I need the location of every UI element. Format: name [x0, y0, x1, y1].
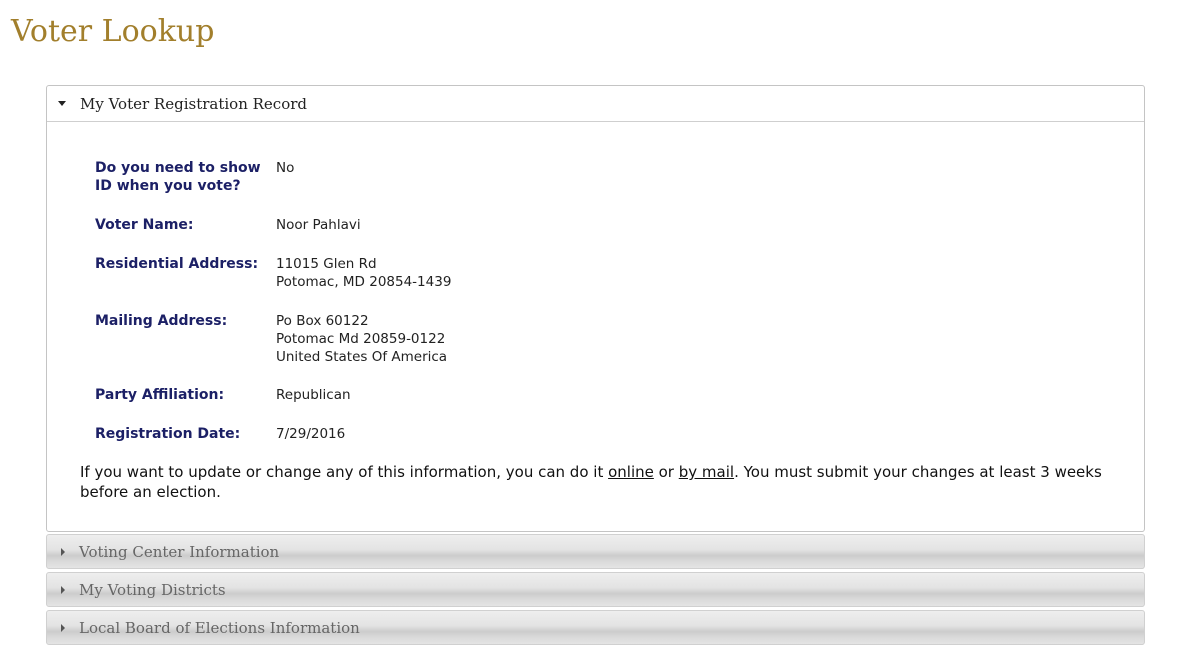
caret-down-icon — [58, 101, 66, 106]
residential-address-label: Residential Address: — [95, 256, 259, 272]
caret-right-icon — [61, 585, 65, 594]
voting-center-title: Voting Center Information — [79, 542, 280, 561]
page-title: Voter Lookup — [11, 14, 215, 49]
residential-address-value: 11015 Glen Rd Potomac, MD 20854-1439 — [276, 255, 451, 291]
registration-date-value-line: 7/29/2016 — [276, 426, 346, 442]
party-affiliation-label: Party Affiliation: — [95, 387, 225, 403]
update-info-note: If you want to update or change any of t… — [80, 462, 1120, 502]
registration-date-label: Registration Date: — [95, 426, 241, 442]
voting-center-panel-header[interactable]: Voting Center Information — [46, 534, 1145, 569]
id-required-value: No — [276, 159, 294, 177]
mailing-address-value: Po Box 60122 Potomac Md 20859-0122 Unite… — [276, 312, 447, 366]
voting-districts-panel-header[interactable]: My Voting Districts — [46, 572, 1145, 607]
note-text-before: If you want to update or change any of t… — [80, 463, 609, 481]
id-required-label: Do you need to show ID when you vote? — [95, 160, 261, 194]
party-affiliation-value: Republican — [276, 386, 351, 404]
mailing-address-line-2: Potomac Md 20859-0122 — [276, 331, 446, 347]
mailing-address-line-3: United States Of America — [276, 349, 448, 365]
note-text-middle: or — [653, 463, 679, 481]
id-required-value-line: No — [276, 160, 295, 176]
online-link[interactable]: online — [608, 463, 654, 481]
registration-record-title: My Voter Registration Record — [80, 94, 307, 113]
voter-name-label: Voter Name: — [95, 217, 194, 233]
mailing-address-label: Mailing Address: — [95, 313, 228, 329]
registration-record-header[interactable]: My Voter Registration Record — [47, 86, 1144, 122]
residential-address-line-2: Potomac, MD 20854-1439 — [276, 274, 452, 290]
residential-address-line-1: 11015 Glen Rd — [276, 256, 377, 272]
caret-right-icon — [61, 623, 65, 632]
local-board-panel-header[interactable]: Local Board of Elections Information — [46, 610, 1145, 645]
local-board-title: Local Board of Elections Information — [79, 618, 360, 637]
voter-name-value-line: Noor Pahlavi — [276, 217, 361, 233]
mailing-address-line-1: Po Box 60122 — [276, 313, 369, 329]
party-affiliation-value-line: Republican — [276, 387, 351, 403]
registration-date-value: 7/29/2016 — [276, 425, 345, 443]
voting-districts-title: My Voting Districts — [79, 580, 226, 599]
voter-name-value: Noor Pahlavi — [276, 216, 361, 234]
registration-record-panel: My Voter Registration Record Do you need… — [46, 85, 1145, 532]
by-mail-link[interactable]: by mail — [679, 463, 734, 481]
caret-right-icon — [61, 547, 65, 556]
